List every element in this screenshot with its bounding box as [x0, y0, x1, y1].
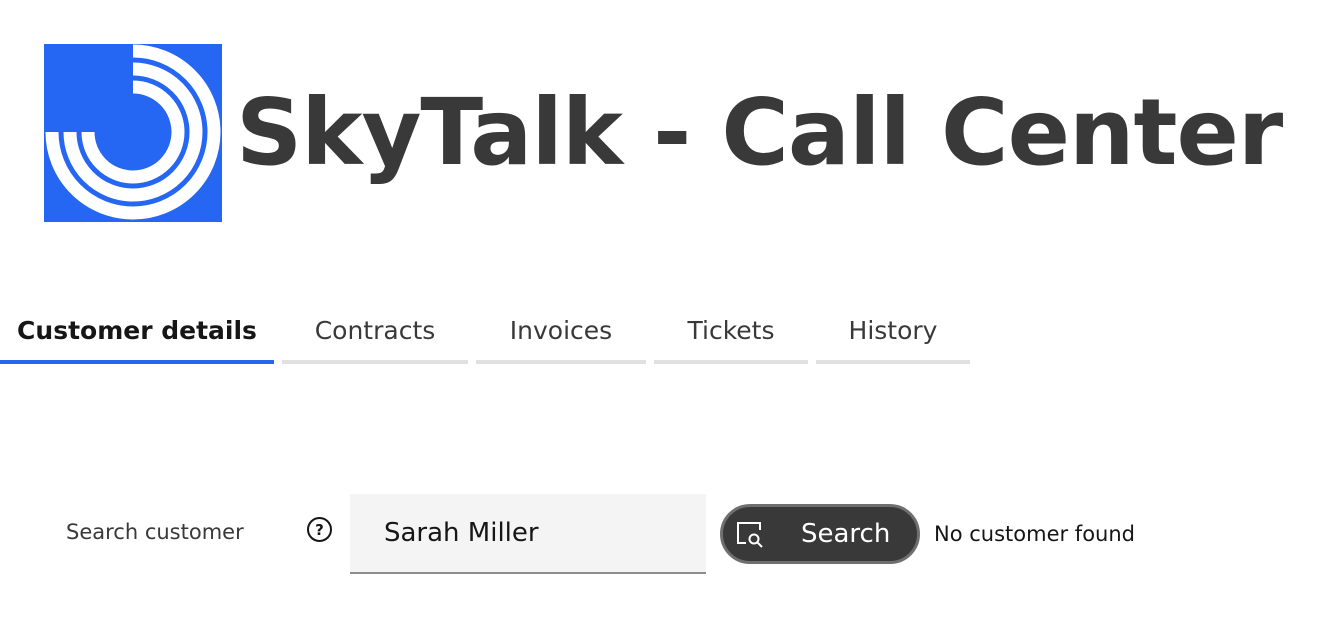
search-customer-input[interactable] — [350, 494, 706, 574]
search-button[interactable]: Search — [720, 504, 920, 564]
question-circle-icon[interactable]: ? — [307, 517, 332, 542]
tab-tickets[interactable]: Tickets — [654, 300, 808, 364]
search-icon — [735, 519, 765, 549]
skytalk-logo — [44, 44, 222, 222]
search-status-text: No customer found — [934, 522, 1135, 546]
search-button-label: Search — [801, 519, 891, 549]
tab-contracts[interactable]: Contracts — [282, 300, 468, 364]
customer-search-row: Search customer ? Search No customer fou… — [0, 494, 1320, 574]
search-customer-label: Search customer — [66, 520, 244, 544]
concentric-arcs-logo-icon — [45, 44, 221, 220]
app-header: SkyTalk - Call Center — [44, 44, 1283, 222]
tab-bar: Customer details Contracts Invoices Tick… — [0, 300, 978, 364]
app-title: SkyTalk - Call Center — [236, 79, 1283, 186]
tab-customer-details[interactable]: Customer details — [0, 300, 274, 364]
tab-invoices[interactable]: Invoices — [476, 300, 646, 364]
tab-history[interactable]: History — [816, 300, 970, 364]
